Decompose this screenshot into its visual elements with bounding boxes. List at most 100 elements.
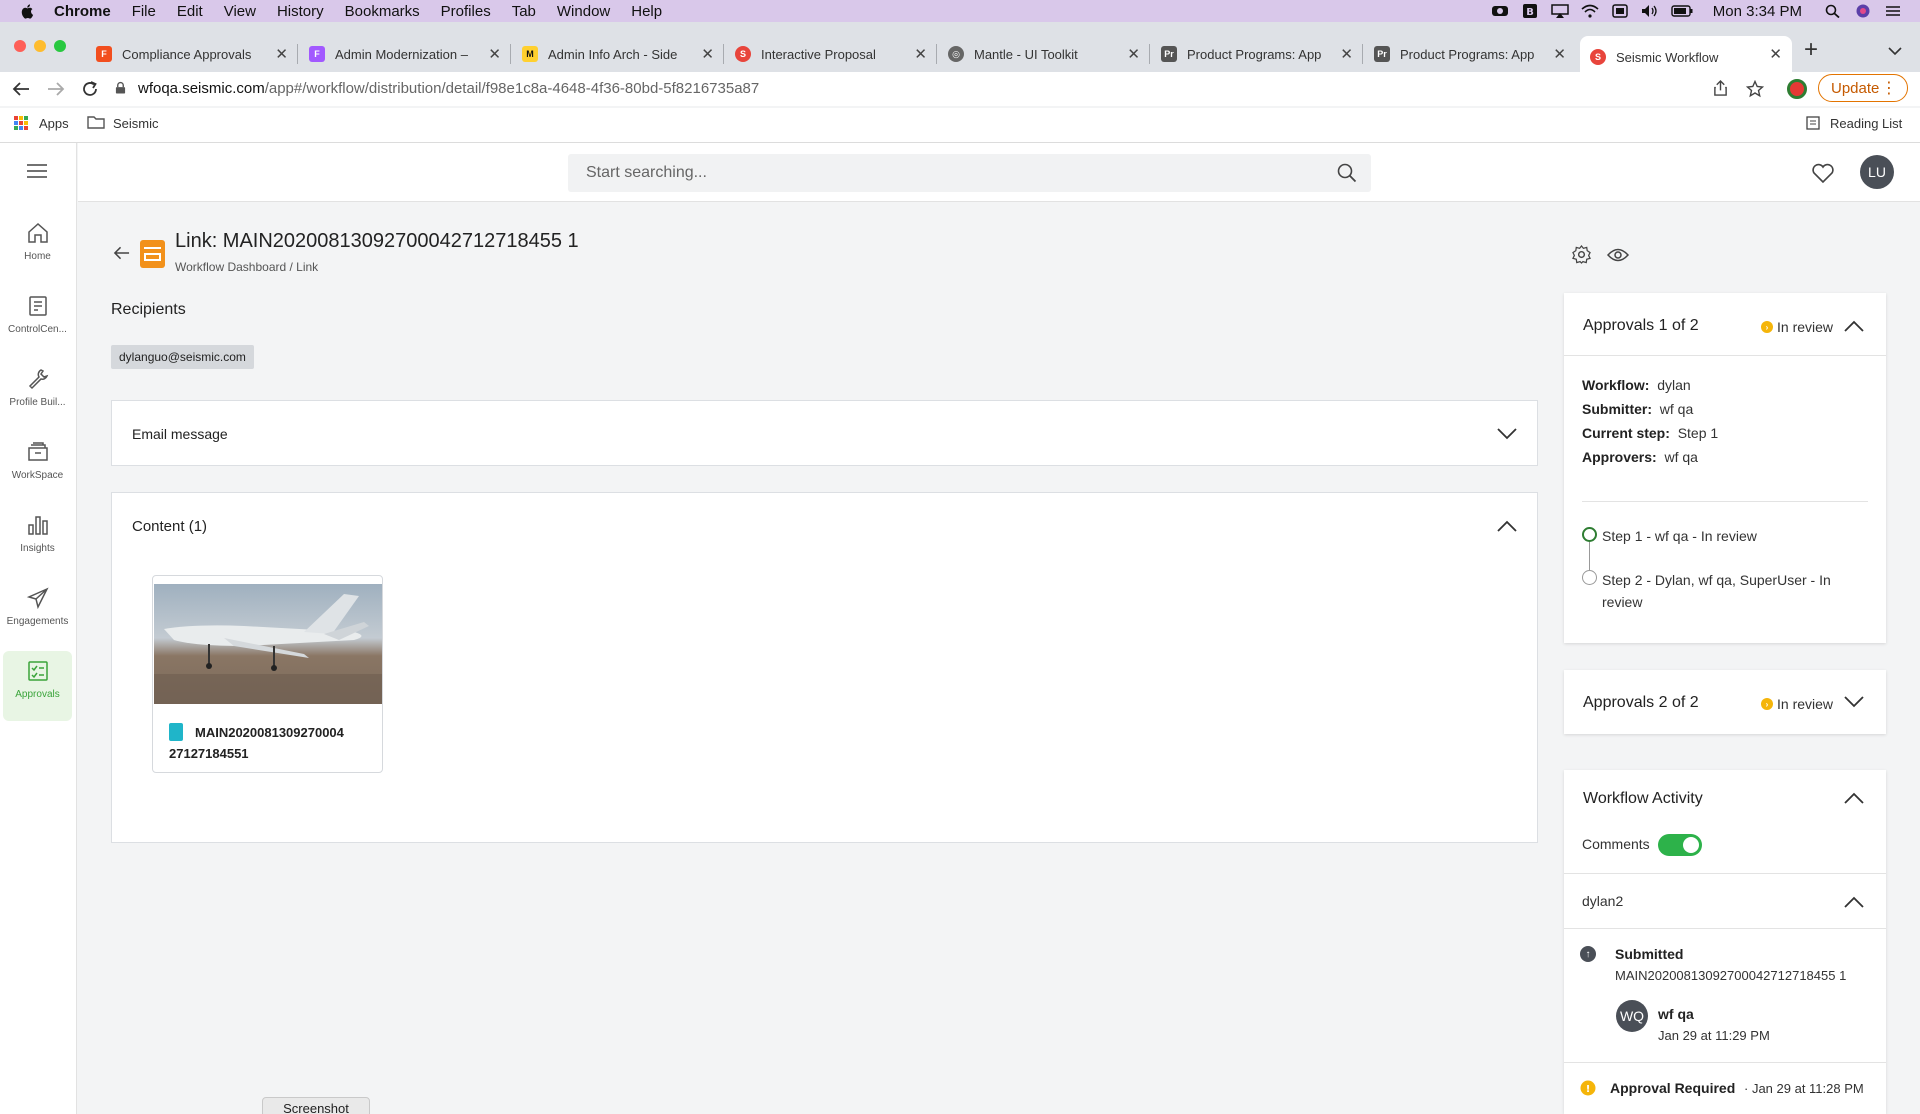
workflow-value: dylan [1657, 377, 1691, 393]
menu-file[interactable]: File [132, 3, 156, 20]
nav-profile-builder[interactable]: Profile Buil... [3, 359, 72, 429]
chevron-up-icon[interactable] [1844, 896, 1864, 908]
approvals-card-2[interactable]: Approvals 2 of 2 › In review [1564, 670, 1886, 734]
menu-edit[interactable]: Edit [177, 3, 203, 20]
menu-view[interactable]: View [224, 3, 256, 20]
apps-grid-icon[interactable] [14, 116, 28, 130]
back-arrow-icon[interactable] [12, 81, 30, 97]
wrench-icon [28, 369, 48, 390]
close-tab-icon[interactable]: ✕ [1127, 45, 1140, 63]
browser-tab[interactable]: M Admin Info Arch - Side ✕ [512, 36, 724, 72]
event-item: MAIN20200813092700042712718455 1 [1615, 968, 1847, 983]
preview-eye-icon[interactable] [1607, 248, 1629, 262]
chevron-down-icon[interactable] [1497, 428, 1517, 440]
close-window-icon[interactable] [14, 40, 26, 52]
event-user-time: Jan 29 at 11:29 PM [1658, 1028, 1770, 1043]
maximize-window-icon[interactable] [54, 40, 66, 52]
reading-list-icon[interactable] [1806, 116, 1820, 130]
airplay-icon[interactable] [1551, 4, 1569, 18]
close-tab-icon[interactable]: ✕ [701, 45, 714, 63]
nav-home[interactable]: Home [3, 213, 72, 283]
close-tab-icon[interactable]: ✕ [1553, 45, 1566, 63]
browser-tab[interactable]: S Interactive Proposal ✕ [725, 36, 937, 72]
share-icon[interactable] [1713, 80, 1728, 97]
chevron-down-icon[interactable] [1844, 696, 1864, 708]
minimize-window-icon[interactable] [34, 40, 46, 52]
menubar-clock[interactable]: Mon 3:34 PM [1713, 3, 1802, 20]
browser-toolbar: wfoqa.seismic.com/app#/workflow/distribu… [0, 72, 1920, 106]
tab-search-chevron-down-icon[interactable] [1888, 46, 1902, 56]
forward-arrow-icon[interactable] [47, 81, 65, 97]
recipient-chip[interactable]: dylanguo@seismic.com [111, 345, 254, 369]
wifi-icon[interactable] [1581, 4, 1599, 18]
chevron-up-icon[interactable] [1844, 792, 1864, 804]
browser-tab[interactable]: ◎ Mantle - UI Toolkit ✕ [938, 36, 1150, 72]
bookmark-seismic[interactable]: Seismic [113, 116, 159, 131]
close-tab-icon[interactable]: ✕ [275, 45, 288, 63]
comments-toggle[interactable] [1658, 834, 1702, 856]
kebab-menu-icon[interactable]: ⋮ [1881, 78, 1897, 98]
breadcrumb[interactable]: Workflow Dashboard / Link [175, 260, 318, 274]
link-type-icon [140, 240, 165, 268]
spotlight-search-icon[interactable] [1824, 4, 1842, 18]
menu-history[interactable]: History [277, 3, 324, 20]
lock-icon[interactable] [115, 81, 126, 95]
search-icon[interactable] [1337, 163, 1357, 183]
gear-icon[interactable] [1572, 245, 1591, 264]
chevron-up-icon[interactable] [1844, 320, 1864, 332]
close-tab-icon[interactable]: ✕ [1340, 45, 1353, 63]
profile-record-icon[interactable] [1787, 79, 1807, 99]
new-tab-icon[interactable]: + [1804, 36, 1818, 64]
tab-separator [1149, 44, 1150, 64]
search-input[interactable]: Start searching... [568, 154, 1371, 192]
tab-title: Compliance Approvals [122, 46, 252, 62]
menu-tab[interactable]: Tab [512, 3, 536, 20]
reload-icon[interactable] [81, 80, 99, 98]
nav-insights[interactable]: Insights [3, 505, 72, 575]
siri-icon[interactable] [1854, 4, 1872, 18]
apple-icon[interactable] [20, 3, 36, 19]
menu-chrome[interactable]: Chrome [54, 3, 111, 20]
browser-tab[interactable]: Pr Product Programs: App ✕ [1151, 36, 1363, 72]
step-1-marker [1582, 527, 1597, 542]
content-thumbnail [154, 584, 382, 704]
update-button[interactable]: Update ⋮ [1818, 74, 1908, 102]
chevron-up-icon[interactable] [1497, 520, 1517, 532]
folder-icon[interactable] [87, 115, 105, 129]
nav-control-center[interactable]: ControlCen... [3, 286, 72, 356]
browser-tab[interactable]: Pr Product Programs: App ✕ [1364, 36, 1576, 72]
nav-workspace[interactable]: WorkSpace [3, 432, 72, 502]
seismic-icon: S [1590, 49, 1606, 65]
status-text: In review [1777, 319, 1834, 335]
reading-list[interactable]: Reading List [1830, 116, 1902, 131]
close-tab-icon[interactable]: ✕ [1769, 45, 1782, 63]
favorites-heart-icon[interactable] [1811, 162, 1835, 184]
bookmark-star-icon[interactable] [1746, 80, 1764, 98]
menu-help[interactable]: Help [631, 3, 662, 20]
hamburger-menu-icon[interactable] [27, 163, 47, 179]
close-tab-icon[interactable]: ✕ [488, 45, 501, 63]
nav-engagements[interactable]: Engagements [3, 578, 72, 648]
browser-tab[interactable]: F Admin Modernization – ✕ [299, 36, 511, 72]
menu-window[interactable]: Window [557, 3, 610, 20]
menu-profiles[interactable]: Profiles [441, 3, 491, 20]
back-arrow-icon[interactable] [113, 245, 130, 261]
email-message-panel[interactable]: Email message [111, 400, 1538, 466]
browser-tab[interactable]: F Compliance Approvals ✕ [86, 36, 298, 72]
close-tab-icon[interactable]: ✕ [914, 45, 927, 63]
workspace-icon [27, 442, 48, 461]
camera-icon[interactable] [1491, 4, 1509, 18]
display-icon[interactable] [1611, 4, 1629, 18]
control-center-icon[interactable] [1884, 4, 1902, 18]
content-card[interactable]: MAIN2020081309270004 27127184551 [152, 575, 383, 773]
battery-icon[interactable] [1671, 4, 1693, 18]
seismic-icon: S [735, 46, 751, 62]
user-avatar[interactable]: LU [1860, 155, 1894, 189]
address-bar[interactable]: wfoqa.seismic.com/app#/workflow/distribu… [115, 72, 1755, 104]
b-app-icon[interactable]: B [1521, 4, 1539, 18]
menu-bookmarks[interactable]: Bookmarks [345, 3, 420, 20]
volume-icon[interactable] [1641, 4, 1659, 18]
bookmark-apps[interactable]: Apps [39, 116, 69, 131]
current-step-value: Step 1 [1677, 425, 1719, 441]
nav-approvals[interactable]: Approvals [3, 651, 72, 721]
